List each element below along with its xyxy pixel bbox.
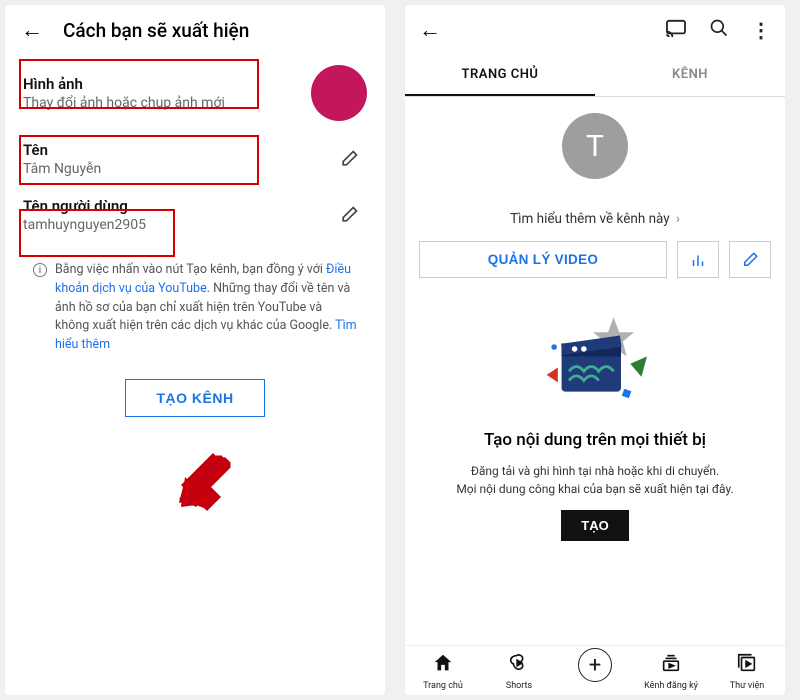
screen-channel-home: ← ⋮ TRANG CHỦ KÊNH T Tìm hiểu thêm về kê… [405, 5, 785, 695]
row-name-value: Tâm Nguyễn [23, 161, 331, 177]
channel-tabs: TRANG CHỦ KÊNH [405, 55, 785, 97]
pencil-icon[interactable] [331, 197, 367, 233]
search-icon[interactable] [709, 18, 729, 43]
page-title: Cách bạn sẽ xuất hiện [63, 19, 249, 42]
create-button[interactable]: TẠO [561, 510, 628, 541]
back-icon[interactable]: ← [419, 17, 441, 43]
home-icon [432, 652, 454, 679]
shorts-icon [508, 652, 530, 679]
promo-subtitle: Đăng tải và ghi hình tại nhà hoặc khi di… [405, 456, 785, 510]
promo-illustration [405, 296, 785, 424]
row-image-label: Hình ảnh [23, 75, 311, 93]
promo-title: Tạo nội dung trên mọi thiết bị [405, 424, 785, 456]
nav-shorts[interactable]: Shorts [481, 652, 557, 691]
nav-home[interactable]: Trang chủ [405, 652, 481, 691]
annotation-arrow-icon [173, 451, 233, 511]
channel-avatar[interactable]: T [562, 113, 628, 179]
more-icon[interactable]: ⋮ [751, 18, 771, 42]
row-handle[interactable]: Tên người dùng tamhuynguyen2905 [5, 187, 385, 243]
cast-icon[interactable] [665, 18, 687, 42]
row-image-value: Thay đổi ảnh hoặc chụp ảnh mới [23, 95, 311, 111]
plus-icon: + [578, 648, 612, 682]
analytics-button[interactable] [677, 241, 719, 278]
nav-library[interactable]: Thư viện [709, 652, 785, 691]
annotation-arrow-icon [173, 451, 233, 511]
row-handle-label: Tên người dùng [23, 197, 331, 215]
learn-more-row[interactable]: Tìm hiểu thêm về kênh này› [405, 185, 785, 241]
row-name-label: Tên [23, 141, 331, 159]
create-channel-button[interactable]: TẠO KÊNH [125, 379, 264, 417]
avatar-preview[interactable] [311, 65, 367, 121]
edit-channel-button[interactable] [729, 241, 771, 278]
right-header: ← ⋮ [405, 5, 785, 55]
subscriptions-icon [660, 652, 682, 679]
row-name[interactable]: Tên Tâm Nguyễn [5, 131, 385, 187]
chevron-right-icon: › [676, 211, 680, 227]
channel-avatar-wrap: T [405, 97, 785, 185]
info-icon: i [33, 263, 47, 277]
nav-create[interactable]: + [557, 652, 633, 691]
tab-channel[interactable]: KÊNH [595, 55, 785, 96]
left-header: ← Cách bạn sẽ xuất hiện [5, 5, 385, 55]
bottom-nav: Trang chủ Shorts + Kênh đăng ký Thư viện [405, 645, 785, 695]
action-row: QUẢN LÝ VIDEO [405, 241, 785, 296]
tab-home[interactable]: TRANG CHỦ [405, 55, 595, 96]
nav-subscriptions[interactable]: Kênh đăng ký [633, 652, 709, 691]
terms-text: i Bằng việc nhấn vào nút Tạo kênh, bạn đ… [5, 243, 385, 355]
pencil-icon[interactable] [331, 141, 367, 177]
screen-create-channel: ← Cách bạn sẽ xuất hiện Hình ảnh Thay đổ… [5, 5, 385, 695]
manage-videos-button[interactable]: QUẢN LÝ VIDEO [419, 241, 667, 278]
row-handle-value: tamhuynguyen2905 [23, 217, 331, 233]
library-icon [736, 652, 758, 679]
back-icon[interactable]: ← [21, 17, 43, 43]
row-image[interactable]: Hình ảnh Thay đổi ảnh hoặc chụp ảnh mới [5, 55, 385, 131]
